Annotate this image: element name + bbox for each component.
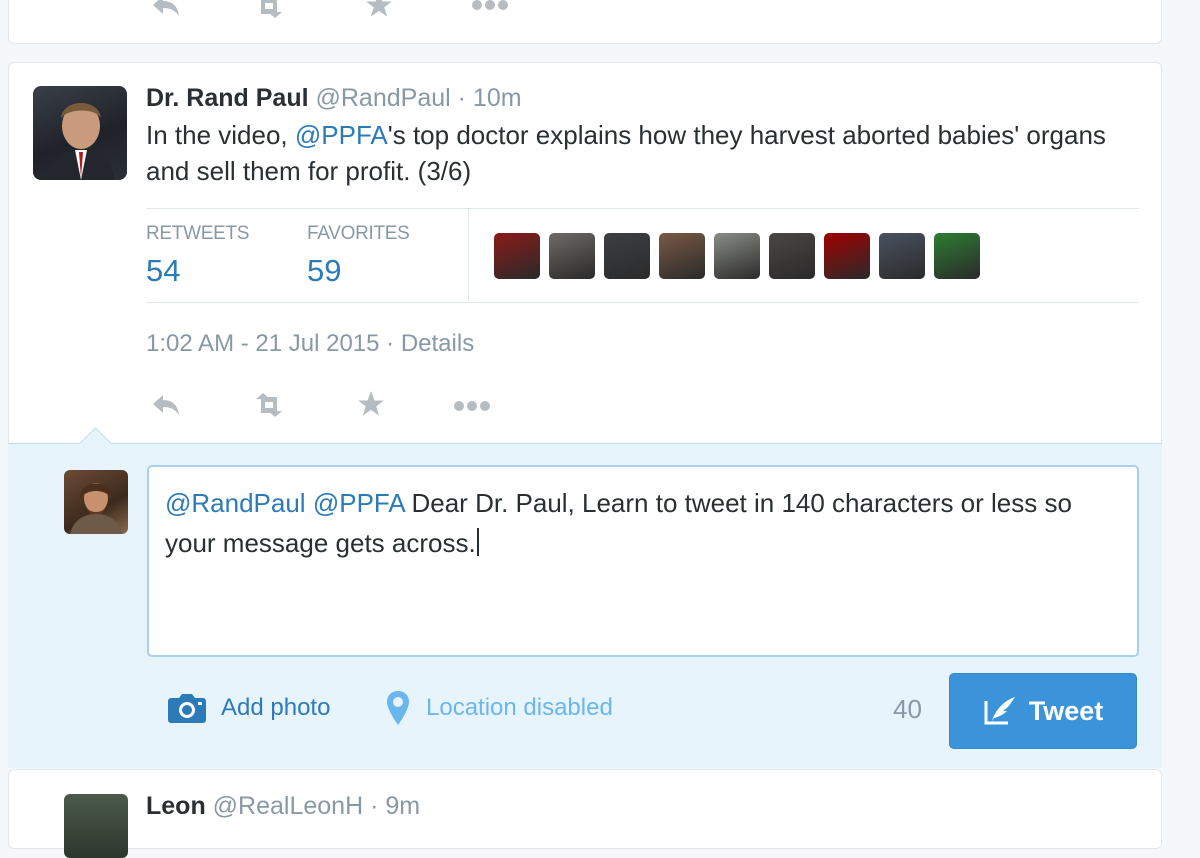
current-user-photo <box>70 483 122 534</box>
favorites-stat[interactable]: FAVORITES 59 <box>307 223 410 289</box>
favorite-icon[interactable] <box>364 0 394 18</box>
favoriter-avatar[interactable] <box>494 233 540 279</box>
add-photo-button[interactable]: Add photo <box>167 692 330 724</box>
retweet-icon[interactable] <box>249 393 289 417</box>
next-tweet-time[interactable]: 9m <box>385 792 420 820</box>
next-author-handle[interactable]: @RealLeonH <box>213 792 363 820</box>
add-photo-label: Add photo <box>221 694 331 721</box>
favoriter-avatar[interactable] <box>824 233 870 279</box>
location-pin-icon <box>386 690 410 726</box>
reply-mention-randpaul[interactable]: @RandPaul <box>165 488 306 518</box>
favoriter-avatar[interactable] <box>604 233 650 279</box>
tweet-stats: RETWEETS 54 FAVORITES 59 <box>146 208 1139 303</box>
author-photo <box>47 103 115 180</box>
location-button[interactable]: Location disabled <box>386 690 613 726</box>
details-link[interactable]: Details <box>401 330 474 357</box>
current-user-avatar[interactable] <box>64 470 128 534</box>
favorites-label: FAVORITES <box>307 223 410 244</box>
next-header-separator: · <box>370 792 379 820</box>
text-caret <box>476 528 479 556</box>
favorite-icon[interactable] <box>356 390 386 418</box>
favoriters-list <box>494 233 980 279</box>
mention-link[interactable]: @PPFA <box>295 120 388 150</box>
more-icon[interactable] <box>453 399 493 413</box>
retweets-stat[interactable]: RETWEETS 54 <box>146 223 249 289</box>
tweet-text: In the video, @PPFA's top doctor explain… <box>146 117 1136 189</box>
author-handle[interactable]: @RandPaul <box>316 84 451 112</box>
timestamp-row: 1:02 AM - 21 Jul 2015 · Details <box>146 330 474 358</box>
camera-icon <box>167 692 207 724</box>
stats-divider <box>468 209 469 301</box>
retweets-label: RETWEETS <box>146 223 250 244</box>
header-separator: · <box>457 84 466 112</box>
author-name[interactable]: Dr. Rand Paul <box>146 84 309 112</box>
more-icon[interactable] <box>471 0 511 12</box>
tweet-timestamp: 1:02 AM - 21 Jul 2015 <box>146 330 380 357</box>
tweet-header: Dr. Rand Paul @RandPaul · 10m <box>146 84 522 113</box>
favoriter-avatar[interactable] <box>714 233 760 279</box>
tweet-relative-time[interactable]: 10m <box>473 84 522 112</box>
favoriter-avatar[interactable] <box>659 233 705 279</box>
tweet-text-before: In the video, <box>146 120 295 150</box>
retweets-count: 54 <box>146 253 181 288</box>
reply-icon[interactable] <box>150 0 182 18</box>
character-counter: 40 <box>893 694 922 724</box>
favoriter-avatar[interactable] <box>549 233 595 279</box>
next-author-name[interactable]: Leon <box>146 792 206 820</box>
tweet-button-label: Tweet <box>1028 695 1104 726</box>
details-separator: · <box>386 330 395 357</box>
reply-mention-ppfa[interactable]: @PPFA <box>313 488 404 518</box>
next-tweet-header: Leon @RealLeonH · 9m <box>146 792 420 821</box>
favoriter-avatar[interactable] <box>934 233 980 279</box>
compose-quill-icon <box>983 695 1017 727</box>
favorites-count: 59 <box>307 253 342 288</box>
reply-textarea[interactable]: @RandPaul @PPFA Dear Dr. Paul, Learn to … <box>147 465 1139 657</box>
tweet-button[interactable]: Tweet <box>949 673 1137 749</box>
retweet-icon[interactable] <box>249 0 289 18</box>
author-avatar[interactable] <box>33 86 127 180</box>
favoriter-avatar[interactable] <box>769 233 815 279</box>
location-label: Location disabled <box>426 694 613 721</box>
favoriter-avatar[interactable] <box>879 233 925 279</box>
next-author-avatar[interactable] <box>64 794 128 858</box>
reply-icon[interactable] <box>150 392 182 418</box>
